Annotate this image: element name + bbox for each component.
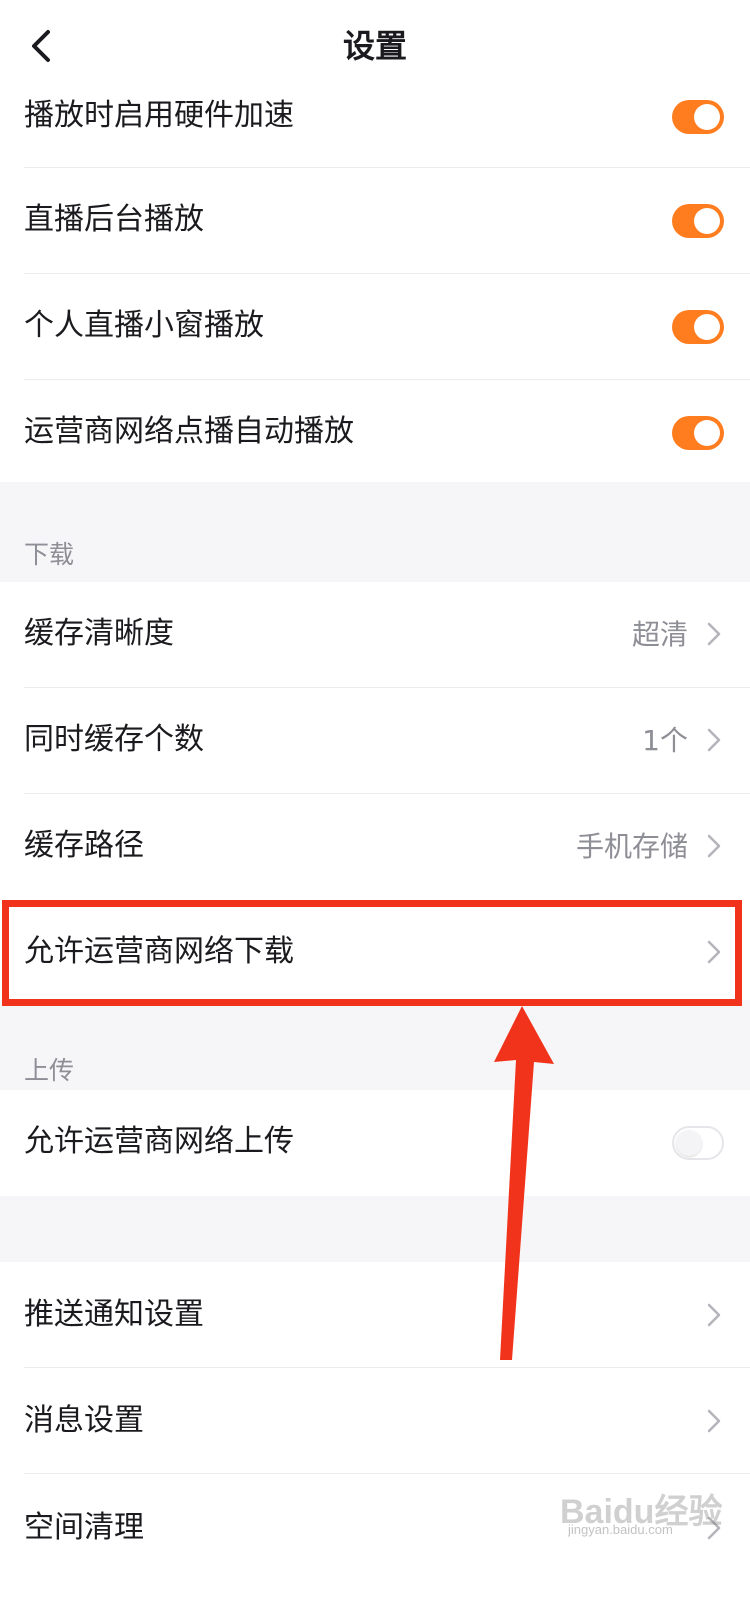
section-title: 上传 [24, 1056, 75, 1085]
setting-value: 超清 [631, 618, 688, 651]
setting-label: 消息设置 [24, 1403, 144, 1438]
setting-value: 手机存储 [575, 830, 688, 863]
setting-label: 个人直播小窗播放 [24, 308, 264, 343]
highlight-annotation-box [2, 900, 742, 1006]
setting-label: 推送通知设置 [24, 1297, 204, 1332]
carrier-autoplay-toggle[interactable] [672, 416, 724, 450]
baidu-watermark: Baidu经验 jingyan.baidu.com [560, 1480, 740, 1540]
toggle-knob [694, 104, 720, 130]
chevron-right-icon [707, 728, 721, 752]
setting-row-carrier-autoplay[interactable]: 运营商网络点播自动播放 [0, 380, 750, 482]
toggle-knob [676, 1130, 702, 1156]
setting-row-concurrent-cache[interactable]: 同时缓存个数 1个 [0, 688, 750, 794]
setting-row-push-notifications[interactable]: 推送通知设置 [0, 1262, 750, 1368]
carrier-upload-toggle[interactable] [672, 1126, 724, 1160]
toggle-knob [694, 208, 720, 234]
live-background-toggle[interactable] [672, 204, 724, 238]
setting-row-cache-quality[interactable]: 缓存清晰度 超清 [0, 582, 750, 688]
section-header-download: 下载 [0, 482, 750, 582]
annotation-arrow-icon [494, 1006, 554, 1360]
page-title: 设置 [342, 27, 407, 65]
chevron-right-icon [707, 1303, 721, 1327]
setting-label: 运营商网络点播自动播放 [24, 414, 354, 449]
hw-accel-toggle[interactable] [672, 100, 724, 134]
setting-row-live-background[interactable]: 直播后台播放 [0, 168, 750, 274]
toggle-knob [694, 314, 720, 340]
setting-value: 1个 [642, 724, 688, 757]
live-pip-toggle[interactable] [672, 310, 724, 344]
setting-row-messages[interactable]: 消息设置 [0, 1368, 750, 1474]
section-spacer [0, 1196, 750, 1262]
setting-label: 同时缓存个数 [24, 722, 204, 757]
setting-row-live-pip[interactable]: 个人直播小窗播放 [0, 274, 750, 380]
setting-row-hw-accel[interactable]: 播放时启用硬件加速 [0, 92, 750, 168]
nav-header: 设置 [0, 0, 750, 93]
setting-label: 缓存清晰度 [24, 616, 174, 651]
chevron-right-icon [707, 622, 721, 646]
chevron-right-icon [707, 834, 721, 858]
section-title: 下载 [24, 540, 75, 569]
setting-label: 缓存路径 [24, 828, 144, 863]
section-header-upload: 上传 [0, 1000, 750, 1090]
watermark-url: jingyan.baidu.com [568, 1522, 673, 1537]
setting-row-cache-path[interactable]: 缓存路径 手机存储 [0, 794, 750, 900]
setting-row-carrier-upload[interactable]: 允许运营商网络上传 [0, 1090, 750, 1196]
setting-label: 允许运营商网络上传 [24, 1124, 294, 1159]
toggle-knob [694, 420, 720, 446]
chevron-right-icon [707, 1409, 721, 1433]
setting-label: 空间清理 [24, 1510, 144, 1545]
setting-label: 播放时启用硬件加速 [24, 98, 294, 133]
setting-label: 直播后台播放 [24, 202, 204, 237]
